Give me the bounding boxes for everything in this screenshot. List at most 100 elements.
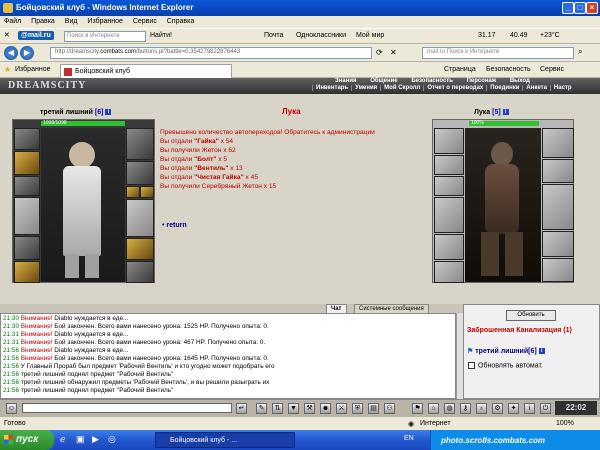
ring-slot-2[interactable] bbox=[140, 186, 154, 198]
stop-icon[interactable]: ✕ bbox=[390, 48, 397, 57]
star-icon[interactable]: ✦ bbox=[508, 403, 519, 414]
info-icon[interactable]: i bbox=[105, 109, 112, 116]
search-icon[interactable]: ⌕ bbox=[578, 47, 582, 57]
nav-transfers[interactable]: Отчет о переводах bbox=[423, 85, 486, 91]
zoom-level[interactable]: 100% bbox=[556, 420, 574, 427]
toolbar-mail[interactable]: Почта bbox=[264, 32, 283, 39]
amulet-slot[interactable] bbox=[434, 176, 464, 196]
users-icon[interactable]: ⚇ bbox=[384, 403, 395, 414]
exit-icon[interactable]: ⏻ bbox=[540, 403, 551, 414]
ie-quicklaunch-icon[interactable]: ℯ bbox=[60, 434, 65, 445]
weapon-slot[interactable] bbox=[434, 197, 464, 233]
belt-slot[interactable] bbox=[434, 261, 464, 283]
favorites-star-icon[interactable]: ★ bbox=[4, 65, 11, 74]
nav-exit[interactable]: Выход bbox=[504, 78, 536, 84]
refresh-button[interactable]: Обновить bbox=[506, 310, 556, 321]
armor-slot[interactable] bbox=[434, 234, 464, 260]
gear-icon[interactable]: ⚙ bbox=[492, 403, 503, 414]
earring-slot[interactable] bbox=[434, 155, 464, 175]
nav-fights[interactable]: Поединки bbox=[486, 85, 522, 91]
belt-slot[interactable] bbox=[14, 261, 40, 283]
browser-quicklaunch-icon[interactable]: ◎ bbox=[108, 434, 116, 445]
toolbar-search-input[interactable]: Поиск в Интернете bbox=[64, 31, 146, 42]
shield-icon[interactable]: ⛨ bbox=[352, 403, 363, 414]
nav-communication[interactable]: Общение bbox=[364, 78, 403, 84]
helmet-slot[interactable] bbox=[14, 128, 40, 150]
shield-slot[interactable] bbox=[126, 128, 154, 160]
menu-file[interactable]: Файл bbox=[0, 16, 25, 27]
nav-settings[interactable]: Настр bbox=[549, 85, 575, 91]
hammer-icon[interactable]: ⚒ bbox=[304, 403, 315, 414]
desktop-quicklaunch-icon[interactable]: ▣ bbox=[76, 434, 85, 445]
nav-knowledge[interactable]: Знания bbox=[329, 78, 363, 84]
gloves-slot[interactable] bbox=[126, 161, 154, 185]
media-quicklaunch-icon[interactable]: ▶ bbox=[92, 434, 99, 445]
back-button[interactable]: ◀ bbox=[4, 46, 18, 60]
legs-slot[interactable] bbox=[126, 238, 154, 260]
menu-tools[interactable]: Сервис bbox=[129, 16, 161, 27]
nav-character[interactable]: Персонаж bbox=[461, 78, 503, 84]
scroll-icon[interactable]: ⇅ bbox=[272, 403, 283, 414]
close-toolbar-icon[interactable]: ✕ bbox=[4, 31, 10, 39]
chat-scrollbar[interactable] bbox=[456, 313, 463, 399]
mailru-logo[interactable]: @mail.ru bbox=[18, 31, 54, 40]
language-indicator[interactable]: EN bbox=[404, 435, 414, 442]
weapon-slot[interactable] bbox=[14, 197, 40, 235]
menu-help[interactable]: Справка bbox=[163, 16, 198, 27]
maximize-button[interactable]: □ bbox=[574, 2, 586, 14]
player-entry[interactable]: ⚑ третий лишний[6] i bbox=[467, 347, 545, 355]
security-menu[interactable]: Безопасность bbox=[486, 66, 531, 73]
menu-edit[interactable]: Правка bbox=[27, 16, 59, 27]
nav-scroll[interactable]: Мой Скролл bbox=[380, 85, 423, 91]
toolbar-moy-mir[interactable]: Мой мир bbox=[356, 32, 384, 39]
offhand-slot[interactable] bbox=[542, 184, 574, 230]
book-icon[interactable]: ▤ bbox=[368, 403, 379, 414]
ring-slot-1[interactable] bbox=[126, 186, 140, 198]
offhand-slot[interactable] bbox=[126, 199, 154, 237]
amulet-slot[interactable] bbox=[14, 176, 40, 196]
refresh-icon[interactable]: ⟳ bbox=[376, 48, 383, 57]
tools-menu[interactable]: Сервис bbox=[540, 66, 564, 73]
favorites-button[interactable]: Избранное bbox=[15, 66, 50, 73]
nav-profile[interactable]: Анкета bbox=[522, 85, 550, 91]
bag-icon[interactable]: ◍ bbox=[444, 403, 455, 414]
nav-skills[interactable]: Умения bbox=[351, 85, 380, 91]
info-icon[interactable]: i bbox=[538, 348, 545, 355]
gloves-slot[interactable] bbox=[542, 159, 574, 183]
forward-button[interactable]: ▶ bbox=[20, 46, 34, 60]
send-icon[interactable]: ↵ bbox=[236, 403, 247, 414]
sword-icon[interactable]: ⚔ bbox=[336, 403, 347, 414]
return-link[interactable]: • return bbox=[162, 222, 187, 229]
url-field[interactable]: http://dreamscity.combats.com/buttons.pl… bbox=[50, 47, 372, 59]
boots-slot[interactable] bbox=[542, 258, 574, 282]
flag-icon[interactable]: ⚑ bbox=[412, 403, 423, 414]
auto-update-option[interactable]: Обновлять автомат. bbox=[468, 362, 543, 369]
menu-view[interactable]: Вид bbox=[61, 16, 82, 27]
person-icon[interactable]: ☻ bbox=[320, 403, 331, 414]
close-button[interactable]: × bbox=[586, 2, 598, 14]
auto-update-checkbox[interactable] bbox=[468, 362, 475, 369]
left-avatar[interactable] bbox=[41, 128, 125, 282]
boots-slot[interactable] bbox=[126, 261, 154, 283]
chat-input[interactable] bbox=[22, 403, 232, 413]
info-icon[interactable]: i bbox=[502, 109, 509, 116]
clear-icon[interactable]: ✎ bbox=[256, 403, 267, 414]
earring-slot[interactable] bbox=[14, 151, 40, 175]
right-avatar[interactable] bbox=[465, 128, 541, 282]
info-icon[interactable]: i bbox=[524, 403, 535, 414]
nav-inventory[interactable]: Инвентарь bbox=[312, 85, 351, 91]
map-icon[interactable]: ⌂ bbox=[428, 403, 439, 414]
key-icon[interactable]: ⚷ bbox=[460, 403, 471, 414]
shield-slot[interactable] bbox=[542, 128, 574, 158]
taskbar-item-combats[interactable]: Бойцовский клуб - ... bbox=[155, 432, 295, 448]
menu-favorites[interactable]: Избранное bbox=[83, 16, 126, 27]
tab-chat[interactable]: Чат bbox=[326, 304, 347, 313]
toolbar-find-button[interactable]: Найти! bbox=[150, 32, 172, 39]
toolbar-odnoklassniki[interactable]: Одноклассники bbox=[296, 32, 346, 39]
nav-security[interactable]: Безопасность bbox=[405, 78, 459, 84]
filter-icon[interactable]: ▼ bbox=[288, 403, 299, 414]
potion-icon[interactable]: ♁ bbox=[476, 403, 487, 414]
tab-system-messages[interactable]: Системные сообщения bbox=[354, 304, 429, 313]
search-input[interactable]: mail.ru Поиск в Интернете bbox=[422, 47, 574, 59]
tab-combats[interactable]: Бойцовский клуб bbox=[60, 64, 232, 78]
